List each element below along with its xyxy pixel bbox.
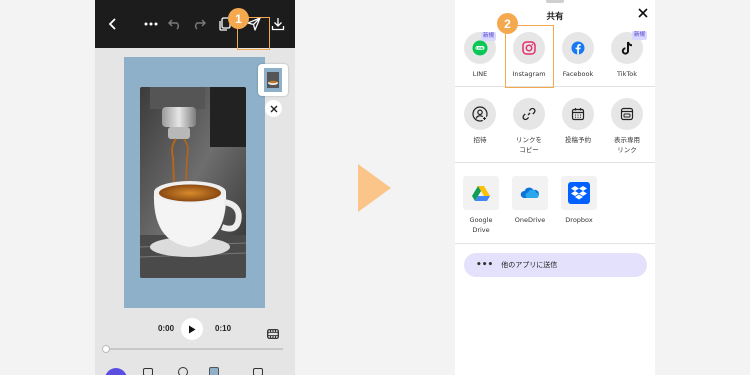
tiktok-icon: 新規 <box>611 31 647 64</box>
time-total: 0:10 <box>215 324 232 333</box>
timeline-scrubber[interactable] <box>102 345 283 353</box>
dropbox-button[interactable]: Dropbox <box>556 176 602 225</box>
share-sheet: 共有 LINE LINE Instagram Facebook 新規 TikTo… <box>455 0 655 375</box>
share-tiktok-button[interactable]: 新規 TikTok <box>603 31 651 79</box>
onedrive-label: OneDrive <box>514 216 546 224</box>
more-icon[interactable] <box>141 14 161 34</box>
sheet-drag-handle[interactable] <box>546 0 564 3</box>
copy-link-button[interactable]: リンクを コピー <box>505 98 553 155</box>
timeline-icon[interactable] <box>267 324 279 343</box>
step1-badge: 1 <box>228 8 249 29</box>
redo-icon[interactable] <box>189 14 209 34</box>
copy-link-label: リンクを コピー <box>516 136 542 154</box>
divider <box>455 162 655 163</box>
svg-text:LINE: LINE <box>476 47 483 51</box>
step2-highlight-box <box>505 25 554 88</box>
schedule-post-button[interactable]: 投稿予約 <box>554 98 602 145</box>
google-drive-button[interactable]: Google Drive <box>458 176 504 235</box>
send-to-other-apps-button[interactable]: ••• 他のアプリに送信 <box>464 253 647 277</box>
share-facebook-label: Facebook <box>562 70 594 78</box>
tiktok-new-badge: 新規 <box>631 31 647 40</box>
time-current: 0:00 <box>158 324 175 333</box>
add-element-button[interactable] <box>105 368 127 375</box>
close-icon[interactable] <box>636 6 650 20</box>
design-canvas[interactable] <box>124 57 265 308</box>
media-icon[interactable] <box>143 368 153 375</box>
divider <box>455 243 655 244</box>
sheet-title: 共有 <box>546 12 564 22</box>
google-drive-icon <box>463 176 499 210</box>
play-button[interactable] <box>181 318 203 340</box>
close-icon[interactable] <box>265 100 282 117</box>
onedrive-button[interactable]: OneDrive <box>507 176 553 225</box>
effects-icon[interactable] <box>178 367 188 375</box>
back-chevron-icon[interactable] <box>103 14 123 34</box>
dropbox-icon <box>561 176 597 210</box>
download-icon[interactable] <box>268 14 288 34</box>
invite-button[interactable]: 招待 <box>456 98 504 145</box>
invite-user-icon <box>464 98 496 130</box>
divider <box>455 86 655 87</box>
step2-badge: 2 <box>497 13 518 34</box>
view-only-link-icon <box>611 98 643 130</box>
view-only-link-button[interactable]: 表示専用 リンク <box>603 98 651 155</box>
onedrive-icon <box>512 176 548 210</box>
send-to-other-apps-label: 他のアプリに送信 <box>501 261 558 269</box>
share-facebook-button[interactable]: Facebook <box>554 32 602 79</box>
schedule-post-label: 投稿予約 <box>565 136 591 144</box>
share-tiktok-label: TikTok <box>617 70 637 78</box>
share-line-button[interactable]: LINE LINE <box>456 32 504 79</box>
view-only-link-label: 表示専用 リンク <box>614 136 640 154</box>
more-icon: ••• <box>476 260 494 270</box>
calendar-icon <box>562 98 594 130</box>
line-new-badge: 新規 <box>481 32 497 41</box>
page-thumbnail[interactable] <box>258 64 288 96</box>
playback-controls: 0:00 0:10 <box>95 318 295 342</box>
link-icon <box>513 98 545 130</box>
dropbox-label: Dropbox <box>565 216 593 224</box>
editor-screen: 0:00 0:10 <box>95 0 295 375</box>
layers-icon[interactable] <box>253 368 263 375</box>
google-drive-label: Google Drive <box>469 216 493 234</box>
background-color-icon[interactable] <box>209 367 219 375</box>
invite-label: 招待 <box>473 136 487 144</box>
coffee-photo[interactable] <box>140 87 246 278</box>
next-step-arrow-icon <box>358 164 391 212</box>
share-line-label: LINE <box>472 70 488 78</box>
scrubber-handle[interactable] <box>102 345 110 353</box>
facebook-icon <box>562 32 594 64</box>
bottom-toolbar <box>95 362 295 375</box>
undo-icon[interactable] <box>165 14 185 34</box>
